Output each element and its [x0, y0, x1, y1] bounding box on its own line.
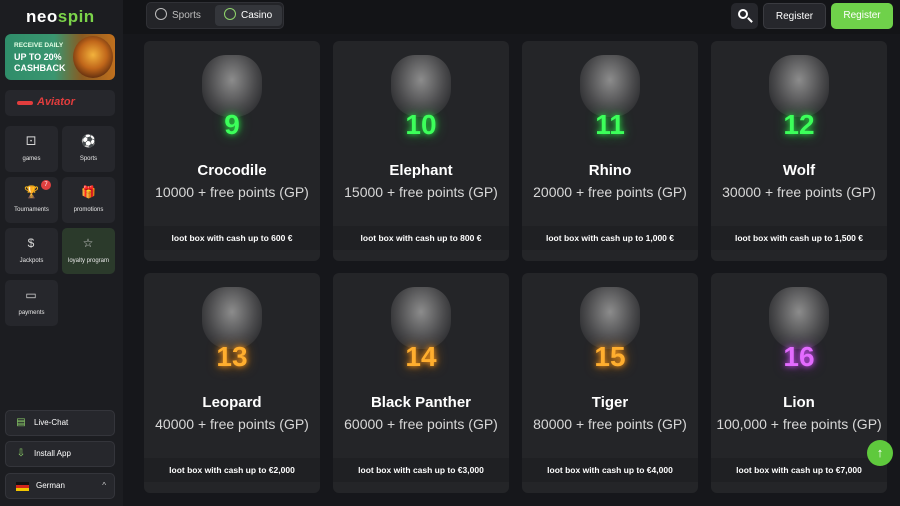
tournaments-count-badge: 7 [41, 180, 51, 190]
level-number: 10 [405, 109, 437, 140]
level-number: 9 [224, 109, 240, 140]
chat-icon: ▤ [16, 417, 26, 428]
level-points: 80000 + free points (GP) [533, 416, 687, 432]
level-points: 60000 + free points (GP) [344, 416, 498, 432]
level-card-crocodile[interactable]: 9 Crocodile 10000 + free points (GP) loo… [144, 41, 320, 261]
sport-casino-switch: Sports Casino [146, 2, 284, 29]
panther-image [391, 287, 451, 349]
level-reward: loot box with cash up to €4,000 [522, 458, 698, 482]
aviator-link[interactable]: Aviator [5, 90, 115, 116]
level-number: 16 [783, 341, 815, 372]
level-points: 20000 + free points (GP) [533, 184, 687, 200]
level-name: Rhino [588, 162, 632, 179]
sidebar-item-jackpots[interactable]: $ Jackpots [5, 228, 58, 274]
dice-icon: ⚀ [25, 134, 37, 148]
wolf-image [769, 55, 829, 117]
level-reward: loot box with cash up to 1,000 € [522, 226, 698, 250]
download-icon: ⇩ [16, 448, 26, 459]
level-number: 12 [783, 109, 815, 140]
level-reward: loot box with cash up to €7,000 [711, 458, 887, 482]
banner-line2: UP TO 20% [14, 52, 62, 62]
level-reward: loot box with cash up to 1,500 € [711, 226, 887, 250]
sidebar-item-promotions[interactable]: 🎁 promotions [62, 177, 115, 223]
level-points: 40000 + free points (GP) [155, 416, 309, 432]
german-flag-icon [16, 482, 29, 491]
level-reward: loot box with cash up to 600 € [144, 226, 320, 250]
sidebar-item-tournaments[interactable]: 🏆 7 Tournaments [5, 177, 58, 223]
chevron-up-icon: ^ [102, 481, 106, 490]
leopard-image [202, 287, 262, 349]
level-name: Leopard [202, 394, 262, 411]
level-points: 30000 + free points (GP) [722, 184, 876, 200]
elephant-image [391, 55, 451, 117]
install-app-button[interactable]: ⇩ Install App [5, 441, 115, 467]
level-reward: loot box with cash up to 800 € [333, 226, 509, 250]
level-number: 11 [595, 109, 625, 140]
star-icon: ☆ [82, 236, 94, 250]
language-selector[interactable]: German ^ [5, 473, 115, 499]
level-number: 13 [216, 341, 248, 372]
sidebar-item-payments[interactable]: ▭ payments [5, 280, 58, 326]
level-points: 15000 + free points (GP) [344, 184, 498, 200]
level-number: 15 [594, 341, 626, 372]
level-name: Tiger [591, 394, 629, 411]
sidebar-item-loyalty-program[interactable]: ☆ loyalty program [62, 228, 115, 274]
level-name: Black Panther [370, 394, 472, 411]
sidebar-item-sports[interactable]: ⚽ Sports [62, 126, 115, 172]
arrow-up-icon: ↑ [876, 445, 884, 460]
scroll-to-top-button[interactable]: ↑ [867, 440, 893, 466]
level-card-wolf[interactable]: 12 Wolf 30000 + free points (GP) loot bo… [711, 41, 887, 261]
tiger-image [580, 287, 640, 349]
level-name: Elephant [389, 162, 453, 179]
level-card-rhino[interactable]: 11 Rhino 20000 + free points (GP) loot b… [522, 41, 698, 261]
ball-icon: ⚽ [81, 134, 96, 148]
level-card-lion[interactable]: 16 Lion 100,000 + free points (GP) loot … [711, 273, 887, 493]
level-reward: loot box with cash up to €3,000 [333, 458, 509, 482]
gift-icon: 🎁 [81, 185, 96, 199]
register-button[interactable]: Register [831, 3, 893, 29]
cash-icon: ▭ [25, 288, 37, 302]
aviator-label: Aviator [37, 96, 75, 108]
casino-chip-icon [224, 8, 236, 20]
search-button[interactable] [731, 3, 758, 29]
plane-icon [17, 101, 33, 105]
tab-sports[interactable]: Sports [155, 5, 217, 26]
banner-line1: RECEIVE DAILY [14, 42, 64, 49]
level-card-leopard[interactable]: 13 Leopard 40000 + free points (GP) loot… [144, 273, 320, 493]
level-card-black-panther[interactable]: 14 Black Panther 60000 + free points (GP… [333, 273, 509, 493]
level-number: 14 [405, 341, 437, 372]
level-name: Lion [783, 394, 815, 411]
rhino-image [580, 55, 640, 117]
banner-line3: CASHBACK [14, 63, 66, 73]
level-reward: loot box with cash up to €2,000 [144, 458, 320, 482]
live-chat-button[interactable]: ▤ Live-Chat [5, 410, 115, 436]
level-card-tiger[interactable]: 15 Tiger 80000 + free points (GP) loot b… [522, 273, 698, 493]
lion-image [769, 287, 829, 349]
cashback-banner[interactable]: RECEIVE DAILY UP TO 20% CASHBACK [5, 34, 115, 80]
money-bag-icon: $ [27, 236, 35, 250]
login-button[interactable]: Register [763, 3, 826, 29]
sidebar-item-games[interactable]: ⚀ games [5, 126, 58, 172]
level-points: 100,000 + free points (GP) [716, 416, 882, 432]
banner-character-image [73, 36, 113, 78]
sidebar: neospin RECEIVE DAILY UP TO 20% CASHBACK… [0, 0, 123, 506]
tab-casino[interactable]: Casino [215, 5, 282, 26]
crocodile-image [202, 55, 262, 117]
ball-icon [155, 8, 167, 20]
level-name: Wolf [782, 162, 816, 179]
level-name: Crocodile [197, 162, 267, 179]
level-card-elephant[interactable]: 10 Elephant 15000 + free points (GP) loo… [333, 41, 509, 261]
trophy-icon: 🏆 [24, 185, 39, 199]
level-points: 10000 + free points (GP) [155, 184, 309, 200]
logo[interactable]: neospin [26, 7, 95, 27]
